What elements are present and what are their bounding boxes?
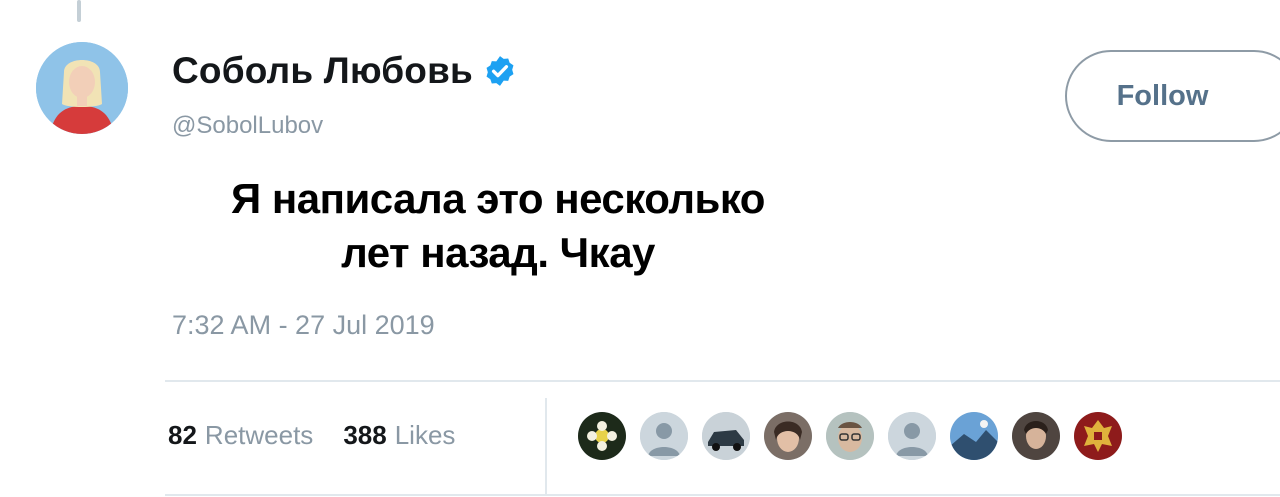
follow-button-label: Follow — [1116, 79, 1209, 112]
stats-divider-top — [165, 380, 1280, 382]
liker-avatar-car-icon[interactable] — [702, 412, 750, 460]
verified-badge-icon — [486, 56, 514, 86]
tweet-text: Я написала это несколько лет назад. Чкау — [118, 172, 878, 280]
liker-avatars — [578, 412, 1122, 460]
stats-vertical-divider — [545, 398, 547, 494]
profile-avatar[interactable] — [36, 42, 128, 134]
stats-divider-bottom — [165, 494, 1280, 496]
liker-avatar-dark-flower-icon[interactable] — [578, 412, 626, 460]
liker-avatar-woman-icon[interactable] — [764, 412, 812, 460]
retweets-stat[interactable]: 82 Retweets — [168, 420, 313, 451]
liker-avatar-default-icon[interactable] — [640, 412, 688, 460]
name-row: Соболь Любовь — [172, 50, 517, 92]
follow-button[interactable]: Follow — [1065, 50, 1280, 142]
tweet-timestamp[interactable]: 7:32 AM - 27 Jul 2019 — [172, 310, 435, 341]
avatar-image — [36, 42, 128, 134]
liker-avatar-default-2-icon[interactable] — [888, 412, 936, 460]
liker-avatar-portrait-icon[interactable] — [1012, 412, 1060, 460]
liker-avatar-emblem-icon[interactable] — [1074, 412, 1122, 460]
retweets-label: Retweets — [204, 420, 314, 450]
thread-line — [77, 0, 81, 22]
tweet-text-line-2: лет назад. Чкау — [341, 229, 655, 276]
tweet-text-line-1: Я написала это несколько — [231, 175, 765, 222]
tweet-stats: 82 Retweets 388 Likes — [168, 420, 455, 451]
user-handle[interactable]: @SobolLubov — [172, 112, 323, 140]
likes-count: 388 — [343, 420, 387, 450]
liker-avatar-man-glasses-icon[interactable] — [826, 412, 874, 460]
liker-avatar-landscape-icon[interactable] — [950, 412, 998, 460]
likes-label: Likes — [394, 420, 456, 450]
retweets-count: 82 — [168, 420, 197, 450]
display-name[interactable]: Соболь Любовь — [172, 50, 473, 92]
likes-stat[interactable]: 388 Likes — [343, 420, 455, 451]
